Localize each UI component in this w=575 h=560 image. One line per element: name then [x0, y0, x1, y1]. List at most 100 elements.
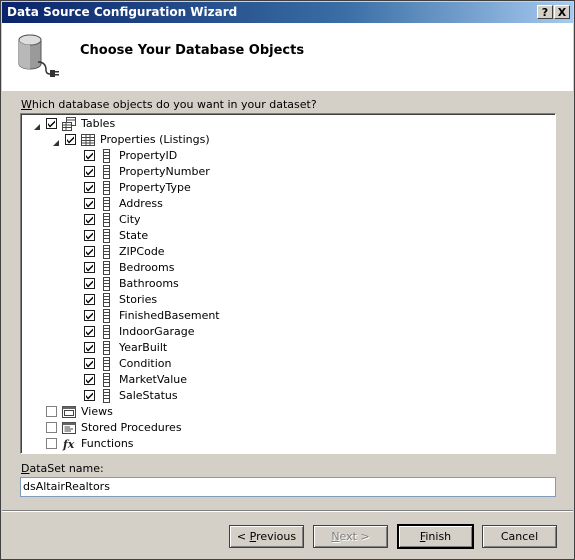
- checkbox-checked[interactable]: [84, 262, 95, 273]
- expand-arrow-icon[interactable]: [33, 120, 41, 130]
- tree-node-label: Views: [81, 405, 113, 418]
- window-title: Data Source Configuration Wizard: [7, 5, 238, 19]
- tree-node-label: Stories: [119, 293, 158, 306]
- column-icon: [100, 245, 114, 259]
- column-icon: [100, 261, 114, 275]
- next-mnemonic: N: [331, 530, 340, 543]
- tree-node-label: Functions: [81, 437, 134, 450]
- database-connection-icon: [18, 34, 59, 77]
- column-icon: [100, 149, 114, 163]
- tree-node-label: Properties (Listings): [100, 133, 210, 146]
- next-text: ext >: [339, 530, 370, 543]
- tree-node-label: Bedrooms: [119, 261, 175, 274]
- tree-node-label: City: [119, 213, 141, 226]
- tables-icon: [62, 117, 76, 131]
- views-icon: [62, 405, 76, 419]
- checkbox-unchecked[interactable]: [46, 438, 57, 449]
- tree-node-column[interactable]: PropertyType: [22, 180, 555, 196]
- tree-node-label: MarketValue: [119, 373, 188, 386]
- tree-node-label: ZIPCode: [119, 245, 165, 258]
- checkbox-checked[interactable]: [84, 342, 95, 353]
- checkbox-checked[interactable]: [65, 134, 76, 145]
- dataset-label-text: ataSet name:: [29, 462, 104, 475]
- title-bar[interactable]: Data Source Configuration Wizard ? X: [2, 2, 573, 23]
- question-text: hich database objects do you want in you…: [31, 98, 317, 111]
- tree-node-label: State: [119, 229, 149, 242]
- tree-node-stored-procedures[interactable]: Stored Procedures: [22, 420, 555, 436]
- column-icon: [100, 165, 114, 179]
- tree-node-functions[interactable]: fx Functions: [22, 436, 555, 452]
- checkbox-checked[interactable]: [84, 230, 95, 241]
- tree-node-label: PropertyType: [119, 181, 191, 194]
- column-icon: [100, 341, 114, 355]
- dataset-name-label: DataSet name:: [21, 462, 104, 475]
- objects-question-label: Which database objects do you want in yo…: [21, 98, 317, 111]
- dataset-name-input[interactable]: dsAltairRealtors: [20, 477, 556, 497]
- checkbox-checked[interactable]: [84, 374, 95, 385]
- tree-node-label: PropertyID: [119, 149, 178, 162]
- checkbox-checked[interactable]: [84, 150, 95, 161]
- help-button[interactable]: ?: [537, 5, 553, 19]
- column-icon: [100, 389, 114, 403]
- tree-node-column[interactable]: PropertyNumber: [22, 164, 555, 180]
- checkbox-checked[interactable]: [84, 294, 95, 305]
- tree-node-column[interactable]: IndoorGarage: [22, 324, 555, 340]
- checkbox-checked[interactable]: [84, 326, 95, 337]
- previous-prefix: <: [236, 530, 250, 543]
- functions-icon: fx: [62, 437, 76, 451]
- finish-text: inish: [425, 530, 452, 543]
- tree-node-column[interactable]: ZIPCode: [22, 244, 555, 260]
- tree-node-label: SaleStatus: [119, 389, 178, 402]
- tree-node-column[interactable]: FinishedBasement: [22, 308, 555, 324]
- column-icon: [100, 213, 114, 227]
- database-objects-tree[interactable]: Tables Properties (Listings) PropertyID Pro…: [20, 113, 556, 454]
- tree-node-column[interactable]: Condition: [22, 356, 555, 372]
- tree-node-column[interactable]: YearBuilt: [22, 340, 555, 356]
- mnemonic-w: W: [21, 98, 32, 111]
- column-icon: [100, 357, 114, 371]
- previous-button[interactable]: < Previous: [229, 525, 304, 548]
- tree-node-column[interactable]: Bathrooms: [22, 276, 555, 292]
- checkbox-checked[interactable]: [84, 310, 95, 321]
- expand-arrow-icon[interactable]: [52, 136, 60, 146]
- tree-node-label: Condition: [119, 357, 172, 370]
- tree-node-column[interactable]: MarketValue: [22, 372, 555, 388]
- checkbox-checked[interactable]: [84, 246, 95, 257]
- tree-node-label: PropertyNumber: [119, 165, 210, 178]
- tree-node-table-properties[interactable]: Properties (Listings): [22, 132, 555, 148]
- column-icon: [100, 293, 114, 307]
- tree-node-views[interactable]: Views: [22, 404, 555, 420]
- cancel-button[interactable]: Cancel: [482, 525, 557, 548]
- checkbox-unchecked[interactable]: [46, 422, 57, 433]
- tree-node-column[interactable]: Stories: [22, 292, 555, 308]
- checkbox-checked[interactable]: [84, 214, 95, 225]
- svg-text:fx: fx: [62, 438, 75, 451]
- stored-procedures-icon: [62, 421, 76, 435]
- tree-node-column[interactable]: SaleStatus: [22, 388, 555, 404]
- tree-node-label: Stored Procedures: [81, 421, 182, 434]
- tree-node-column[interactable]: State: [22, 228, 555, 244]
- next-button[interactable]: Next >: [313, 525, 388, 548]
- checkbox-checked[interactable]: [84, 390, 95, 401]
- close-button[interactable]: X: [554, 5, 570, 19]
- footer-separator-highlight: [2, 511, 573, 512]
- tree-node-column[interactable]: Address: [22, 196, 555, 212]
- tree-node-column[interactable]: PropertyID: [22, 148, 555, 164]
- finish-button[interactable]: Finish: [398, 525, 473, 548]
- tree-node-tables[interactable]: Tables: [22, 116, 555, 132]
- page-title: Choose Your Database Objects: [80, 43, 305, 58]
- column-icon: [100, 277, 114, 291]
- checkbox-checked[interactable]: [84, 358, 95, 369]
- checkbox-checked[interactable]: [84, 182, 95, 193]
- checkbox-unchecked[interactable]: [46, 406, 57, 417]
- tree-node-label: Bathrooms: [119, 277, 179, 290]
- checkbox-checked[interactable]: [46, 118, 57, 129]
- tree-node-column[interactable]: Bedrooms: [22, 260, 555, 276]
- column-icon: [100, 229, 114, 243]
- checkbox-checked[interactable]: [84, 198, 95, 209]
- tree-node-label: FinishedBasement: [119, 309, 220, 322]
- checkbox-checked[interactable]: [84, 278, 95, 289]
- checkbox-checked[interactable]: [84, 166, 95, 177]
- tree-node-label: YearBuilt: [119, 341, 168, 354]
- tree-node-column[interactable]: City: [22, 212, 555, 228]
